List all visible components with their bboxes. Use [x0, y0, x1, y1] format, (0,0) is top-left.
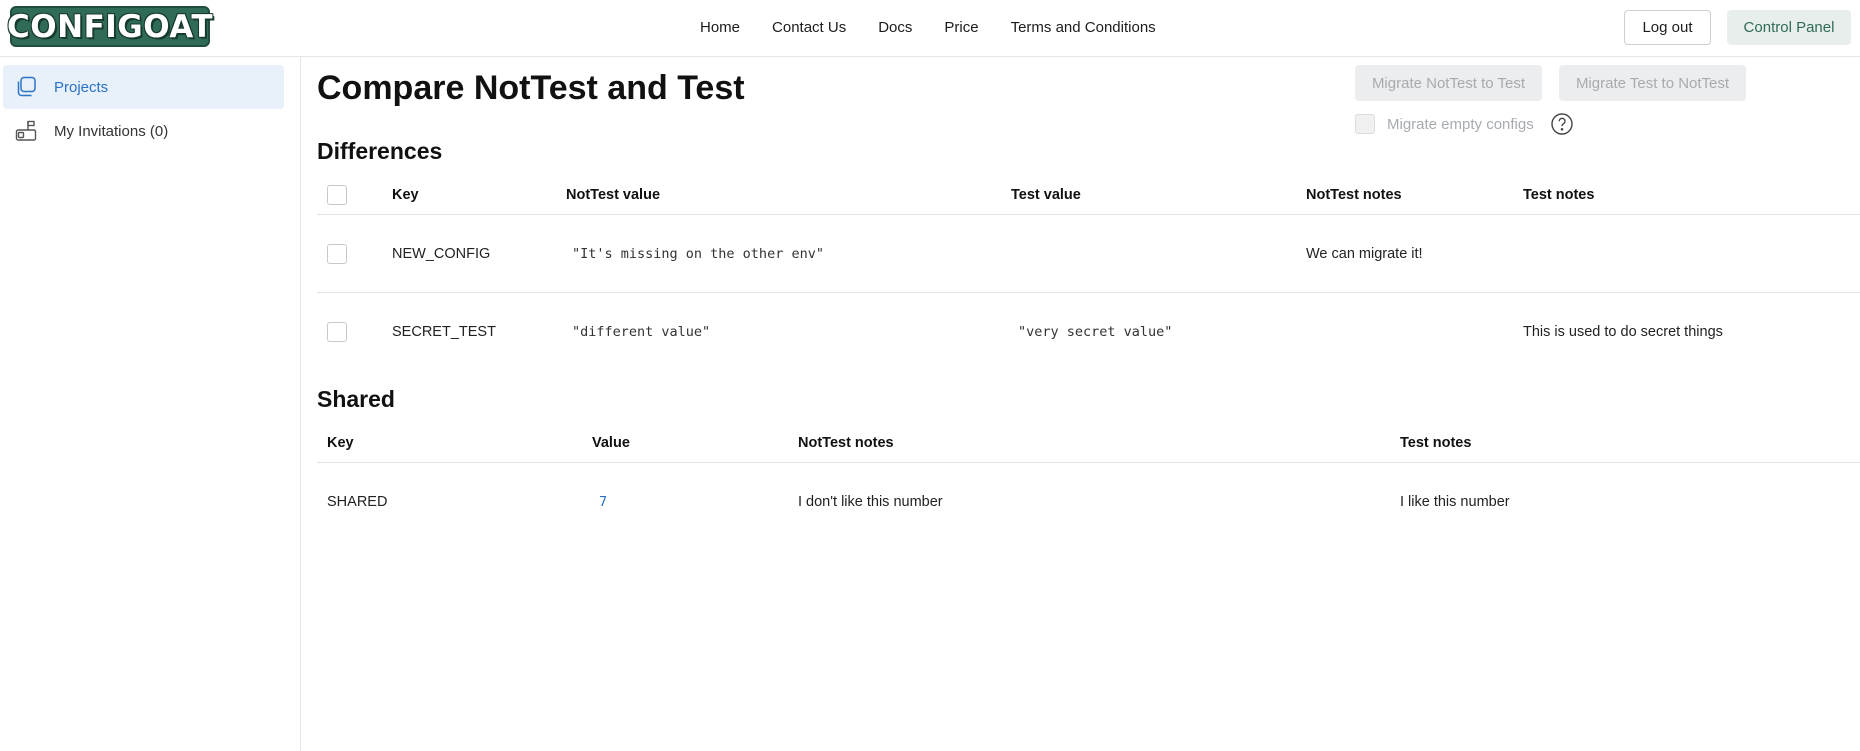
migrate-nottest-to-test-button[interactable]: Migrate NotTest to Test — [1355, 65, 1542, 101]
row-test-notes: I like this number — [1400, 494, 1510, 510]
sidebar-item-label: Projects — [54, 78, 109, 96]
logout-button[interactable]: Log out — [1624, 10, 1711, 45]
column-header-value: Value — [592, 435, 630, 451]
row-test-value: "very secret value" — [1018, 324, 1173, 340]
table-header: Key NotTest value Test value NotTest not… — [317, 176, 1860, 215]
select-all-checkbox[interactable] — [327, 185, 347, 205]
column-header-nottest-value: NotTest value — [566, 187, 661, 203]
shared-title: Shared — [317, 386, 395, 412]
row-nottest-notes: I don't like this number — [798, 494, 943, 510]
main-nav: Home Contact Us Docs Price Terms and Con… — [700, 0, 1156, 55]
row-nottest-value: "It's missing on the other env" — [572, 246, 824, 262]
column-header-test-value: Test value — [1011, 187, 1081, 203]
row-checkbox[interactable] — [327, 244, 347, 264]
differences-table: Key NotTest value Test value NotTest not… — [317, 176, 1860, 371]
nav-docs-link[interactable]: Docs — [878, 19, 912, 36]
table-row: NEW_CONFIG "It's missing on the other en… — [317, 215, 1860, 293]
column-header-test-notes: Test notes — [1400, 435, 1472, 451]
column-header-key: Key — [392, 187, 419, 203]
configoat-logo[interactable]: CONFIGOAT — [7, 6, 213, 47]
column-header-test-notes: Test notes — [1523, 187, 1595, 203]
mailbox-icon — [13, 118, 39, 144]
control-panel-button[interactable]: Control Panel — [1727, 10, 1851, 45]
migrate-test-to-nottest-button[interactable]: Migrate Test to NotTest — [1559, 65, 1746, 101]
table-row: SHARED 7 I don't like this number I like… — [317, 463, 1860, 541]
logo-text: CONFIGOAT — [7, 8, 213, 45]
sidebar-item-projects[interactable]: Projects — [3, 65, 284, 109]
column-header-nottest-notes: NotTest notes — [798, 435, 894, 451]
migrate-empty-configs-option: Migrate empty configs — [1355, 112, 1574, 136]
row-value: 7 — [599, 494, 608, 510]
column-header-key: Key — [327, 435, 354, 451]
page-title: Compare NotTest and Test — [317, 69, 745, 107]
column-header-nottest-notes: NotTest notes — [1306, 187, 1402, 203]
differences-title: Differences — [317, 138, 443, 164]
table-header: Key Value NotTest notes Test notes — [317, 424, 1860, 463]
migrate-empty-checkbox[interactable] — [1355, 114, 1375, 134]
projects-icon — [13, 74, 39, 100]
main-content: Compare NotTest and Test Migrate NotTest… — [317, 57, 1860, 751]
sidebar-item-invitations[interactable]: My Invitations (0) — [3, 109, 284, 153]
row-nottest-notes: We can migrate it! — [1306, 246, 1423, 262]
help-icon[interactable] — [1550, 112, 1574, 136]
sidebar: Projects My Invitations (0) — [0, 57, 301, 751]
nav-terms-link[interactable]: Terms and Conditions — [1011, 19, 1156, 36]
row-checkbox[interactable] — [327, 322, 347, 342]
row-test-notes: This is used to do secret things — [1523, 324, 1723, 340]
nav-home-link[interactable]: Home — [700, 19, 740, 36]
top-navbar: CONFIGOAT Home Contact Us Docs Price Ter… — [0, 0, 1860, 57]
sidebar-item-label: My Invitations (0) — [54, 122, 169, 140]
migrate-empty-label: Migrate empty configs — [1387, 115, 1534, 133]
row-key: NEW_CONFIG — [392, 246, 491, 262]
shared-table: Key Value NotTest notes Test notes SHARE… — [317, 424, 1860, 541]
nav-price-link[interactable]: Price — [944, 19, 978, 36]
row-key: SECRET_TEST — [392, 324, 496, 340]
nav-contact-link[interactable]: Contact Us — [772, 19, 846, 36]
table-row: SECRET_TEST "different value" "very secr… — [317, 293, 1860, 371]
row-nottest-value: "different value" — [572, 324, 711, 340]
row-key: SHARED — [327, 494, 388, 510]
